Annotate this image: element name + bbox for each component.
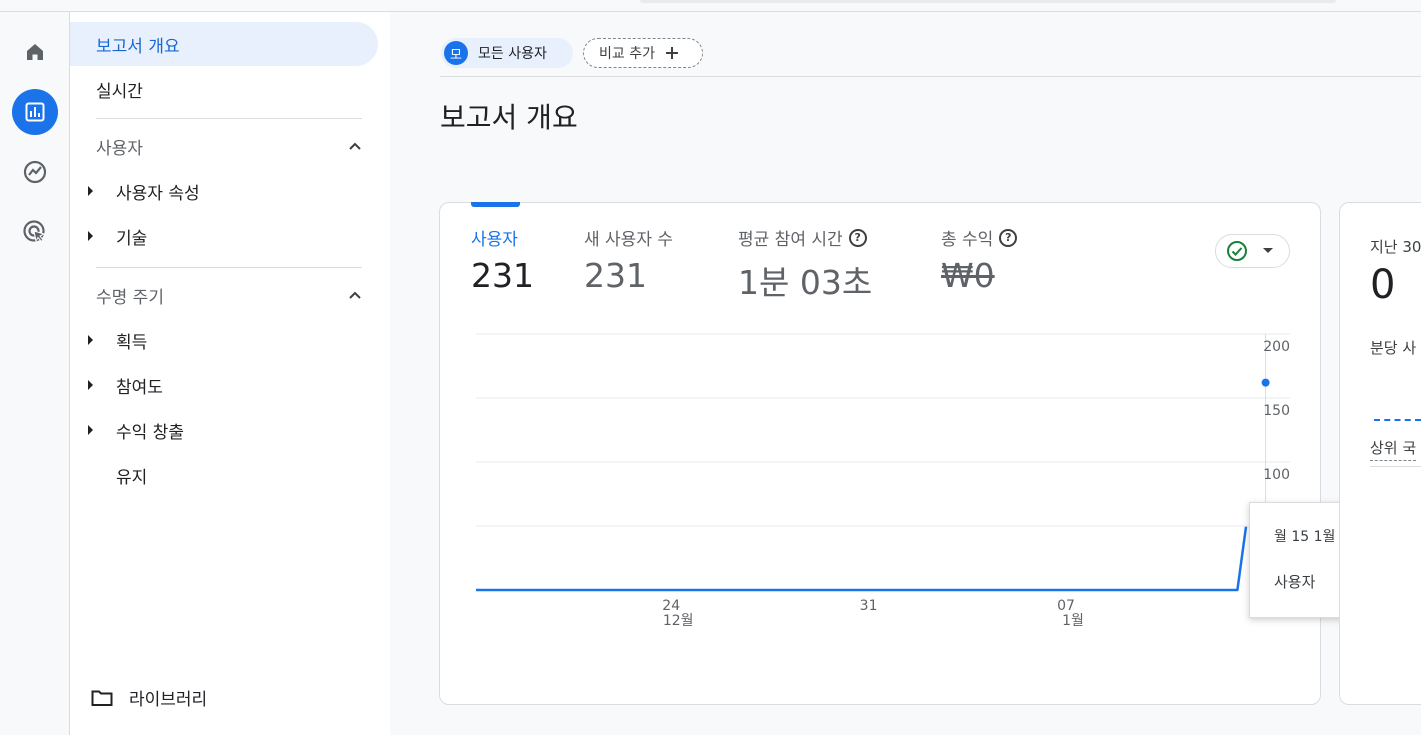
realtime-card-value: 0: [1370, 262, 1396, 308]
y-tick-label: 150: [1263, 403, 1290, 419]
realtime-card-divider: [1370, 466, 1421, 467]
y-tick-label: 200: [1263, 339, 1290, 355]
x-tick-month-label: 12월: [663, 613, 694, 629]
realtime-card-top-label[interactable]: 상위 국: [1370, 437, 1417, 461]
realtime-card-label: 지난 30: [1370, 238, 1421, 256]
x-tick-label: 07: [1057, 598, 1075, 614]
x-tick-month-label: 1월: [1062, 613, 1084, 629]
x-tick-label: 24: [662, 598, 680, 614]
hover-point[interactable]: [1261, 378, 1270, 387]
realtime-sparkline: [1374, 419, 1421, 421]
x-tick-label: 31: [860, 598, 878, 614]
chart-x-ticks: 2412월31071월14: [662, 598, 1272, 629]
tooltip-series-name: 사용자: [1274, 573, 1316, 591]
tooltip-date: 월 15 1월: [1274, 529, 1336, 545]
realtime-card-sub-label: 분당 사: [1370, 339, 1417, 357]
users-line-chart: 100150200 2412월31071월14: [476, 333, 1290, 629]
chart-grid: [476, 333, 1290, 590]
series-line-users: [476, 526, 1248, 592]
chart-series: [476, 378, 1270, 592]
y-tick-label: 100: [1263, 467, 1290, 483]
chart-y-ticks: 100 150 200: [1263, 339, 1290, 483]
